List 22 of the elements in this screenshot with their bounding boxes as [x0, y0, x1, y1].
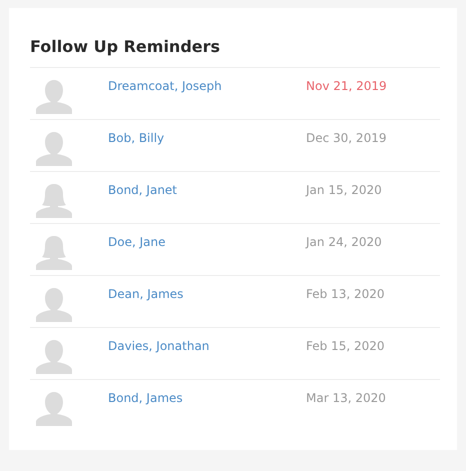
reminder-date: Feb 13, 2020	[306, 286, 384, 302]
reminder-date: Jan 15, 2020	[306, 182, 382, 198]
contact-name-link[interactable]: Doe, Jane	[108, 224, 306, 250]
reminder-date: Mar 13, 2020	[306, 390, 386, 406]
person-icon	[36, 80, 72, 114]
person-icon	[36, 288, 72, 322]
reminder-date: Jan 24, 2020	[306, 234, 382, 250]
contact-name-link[interactable]: Bond, James	[108, 380, 306, 406]
contact-name-link[interactable]: Dreamcoat, Joseph	[108, 68, 306, 94]
person-icon	[36, 340, 72, 374]
reminder-date: Dec 30, 2019	[306, 130, 386, 146]
card-title: Follow Up Reminders	[30, 36, 222, 58]
reminder-date: Nov 21, 2019	[306, 78, 387, 94]
contact-name-link[interactable]: Dean, James	[108, 276, 306, 302]
reminder-date: Feb 15, 2020	[306, 338, 384, 354]
person-icon	[36, 392, 72, 426]
contact-name-link[interactable]: Bob, Billy	[108, 120, 306, 146]
contact-name-link[interactable]: Bond, Janet	[108, 172, 306, 198]
person-icon	[36, 236, 72, 270]
contact-name-link[interactable]: Davies, Jonathan	[108, 328, 306, 354]
person-icon	[36, 184, 72, 218]
person-icon	[36, 132, 72, 166]
